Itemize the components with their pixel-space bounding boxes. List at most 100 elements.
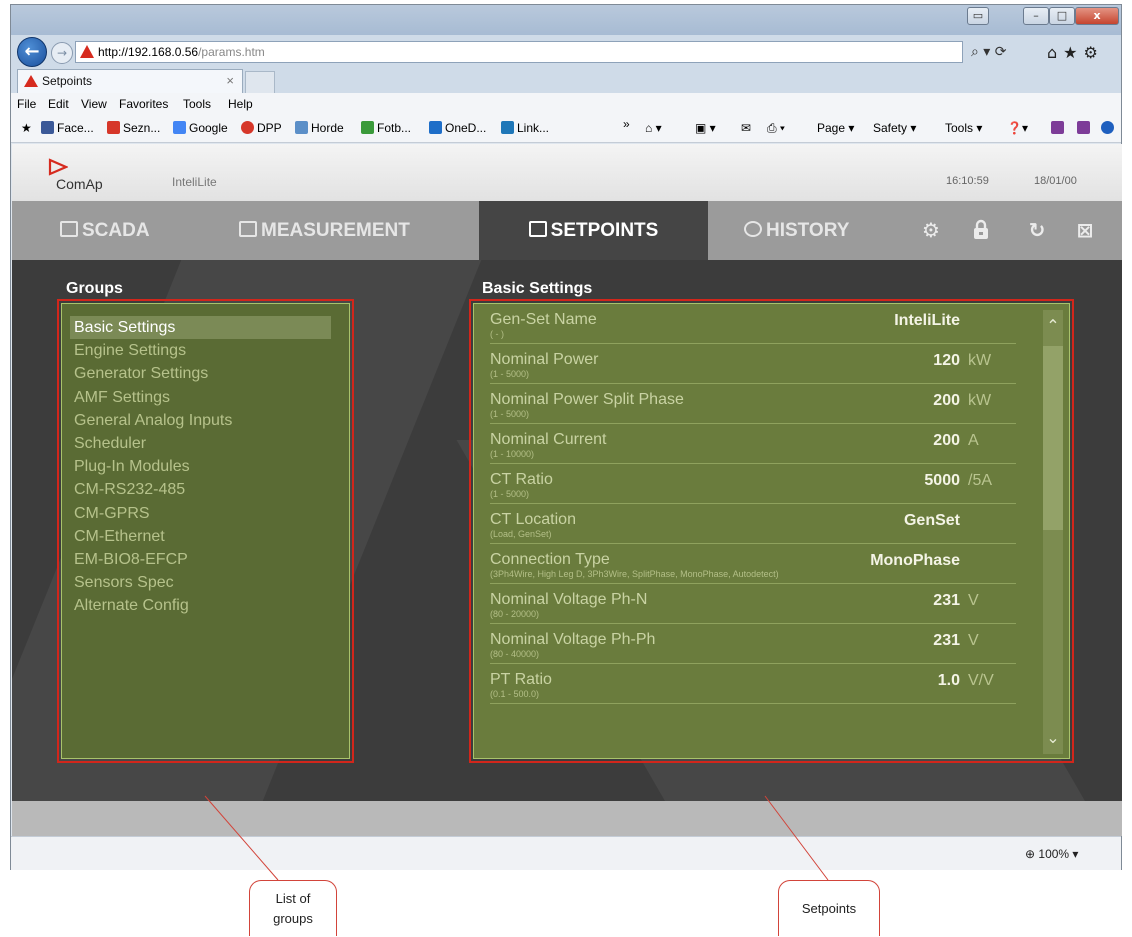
setpoint-value[interactable]: GenSet [904, 512, 960, 530]
setpoint-range: (1 - 10000) [490, 449, 535, 459]
back-button[interactable]: ← [17, 37, 47, 67]
home-favorites-settings-icons[interactable]: ⌂★⚙ [1047, 43, 1104, 62]
setpoint-value[interactable]: 200 [933, 392, 960, 410]
setpoints-heading: Basic Settings [482, 280, 593, 297]
setpoint-row[interactable]: Nominal Voltage Ph-N (80 - 20000) 231 V [490, 584, 1016, 624]
group-item[interactable]: CM-Ethernet [62, 525, 331, 548]
group-item[interactable]: Basic Settings [70, 316, 331, 340]
setpoint-value[interactable]: 200 [933, 432, 960, 450]
new-tab-button[interactable] [245, 71, 275, 93]
setpoint-value[interactable]: 5000 [924, 472, 960, 490]
callout-setpoints: Setpoints [778, 880, 880, 936]
group-item[interactable]: General Analog Inputs [62, 409, 331, 432]
fav-fotbal[interactable]: Fotb... [361, 121, 411, 135]
search-refresh-icons[interactable]: ⌕ ▾ ⟳ [971, 44, 1007, 60]
menu-view[interactable]: View [81, 97, 107, 111]
setpoint-range: (80 - 20000) [490, 609, 540, 619]
group-item[interactable]: EM-BIO8-EFCP [62, 548, 331, 571]
home-icon[interactable]: ⌂ ▾ [645, 121, 662, 135]
chevron-down-icon[interactable]: ⌄ [1043, 728, 1063, 748]
group-item[interactable]: Alternate Config [62, 594, 331, 617]
setpoint-value[interactable]: 231 [933, 592, 960, 610]
lock-icon[interactable] [970, 219, 992, 241]
setpoint-row[interactable]: Connection Type (3Ph4Wire, High Leg D, 3… [490, 544, 1016, 584]
status-bar: ⊕ 100% ▾ [11, 836, 1121, 870]
setpoint-range: (1 - 5000) [490, 409, 530, 419]
print-icon[interactable]: ⎙ ▾ [767, 121, 785, 136]
menu-tools[interactable]: Tools [183, 97, 211, 111]
setpoint-value[interactable]: 231 [933, 632, 960, 650]
refresh-icon[interactable]: ↻ [1026, 219, 1048, 241]
group-item[interactable]: Generator Settings [62, 362, 331, 385]
setpoint-unit: V/V [968, 672, 994, 689]
bluetooth-icon[interactable] [1101, 121, 1117, 135]
cmd-tools[interactable]: Tools ▾ [945, 121, 982, 135]
setpoint-unit: V [968, 632, 979, 649]
tab-scada[interactable]: SCADA [60, 201, 150, 260]
setpoint-value[interactable]: MonoPhase [870, 552, 960, 570]
onenote-linked-icon[interactable] [1077, 121, 1093, 135]
setpoint-row[interactable]: Nominal Current (1 - 10000) 200 A [490, 424, 1016, 464]
favorites-star-icon[interactable]: ★ [21, 121, 32, 135]
group-item[interactable]: CM-GPRS [62, 502, 331, 525]
group-item[interactable]: CM-RS232-485 [62, 478, 331, 501]
tab-measurement[interactable]: MEASUREMENT [239, 201, 410, 260]
tab-row: Setpoints × [11, 67, 1121, 93]
group-item[interactable]: AMF Settings [62, 386, 331, 409]
logout-close-icon[interactable]: ⊠ [1074, 219, 1096, 241]
setpoint-value[interactable]: 1.0 [938, 672, 960, 690]
group-item[interactable]: Plug-In Modules [62, 455, 331, 478]
compat-view-button[interactable]: ▭ [967, 7, 989, 25]
browser-tab-setpoints[interactable]: Setpoints × [17, 69, 243, 93]
chevron-up-icon[interactable]: ⌃ [1043, 316, 1063, 336]
scada-icon [60, 221, 78, 237]
setpoint-row[interactable]: Nominal Power Split Phase (1 - 5000) 200… [490, 384, 1016, 424]
controller-time: 16:10:59 [946, 175, 989, 187]
tab-close-icon[interactable]: × [226, 70, 234, 92]
fav-onedrive[interactable]: OneD... [429, 121, 486, 135]
favorites-more-chevron[interactable]: » [623, 117, 630, 131]
maximize-button[interactable]: □ [1049, 7, 1075, 25]
cmd-page[interactable]: Page ▾ [817, 121, 854, 135]
setpoint-row[interactable]: Nominal Power (1 - 5000) 120 kW [490, 344, 1016, 384]
cmd-safety[interactable]: Safety ▾ [873, 121, 916, 135]
scrollbar-thumb[interactable] [1043, 346, 1063, 530]
menu-edit[interactable]: Edit [48, 97, 69, 111]
setpoint-row[interactable]: CT Location (Load, GenSet) GenSet [490, 504, 1016, 544]
tab-setpoints[interactable]: SETPOINTS [479, 201, 708, 260]
setpoint-range: (1 - 5000) [490, 489, 530, 499]
feeds-icon[interactable]: ▣ ▾ [695, 121, 716, 135]
fav-linkedin[interactable]: Link... [501, 121, 549, 135]
setpoint-row[interactable]: Gen-Set Name ( - ) InteliLite [490, 304, 1016, 344]
page-footer [12, 801, 1122, 836]
group-item[interactable]: Scheduler [62, 432, 331, 455]
setpoint-value[interactable]: 120 [933, 352, 960, 370]
group-item[interactable]: Sensors Spec [62, 571, 331, 594]
setpoint-value[interactable]: InteliLite [894, 312, 960, 330]
menu-file[interactable]: File [17, 97, 36, 111]
setpoint-row[interactable]: PT Ratio (0.1 - 500.0) 1.0 V/V [490, 664, 1016, 704]
address-bar[interactable]: http://192.168.0.56/params.htm [75, 41, 963, 63]
zoom-level[interactable]: ⊕ 100% ▾ [1025, 847, 1078, 861]
tab-history[interactable]: HISTORY [744, 201, 849, 260]
fav-google[interactable]: Google [173, 121, 228, 135]
setpoint-row[interactable]: CT Ratio (1 - 5000) 5000 /5A [490, 464, 1016, 504]
fav-horde[interactable]: Horde [295, 121, 344, 135]
help-icon[interactable]: ❓▾ [1007, 121, 1028, 135]
mail-icon[interactable]: ✉ [741, 121, 751, 135]
setpoint-range: (Load, GenSet) [490, 529, 552, 539]
menu-favorites[interactable]: Favorites [119, 97, 168, 111]
fav-seznam[interactable]: Sezn... [107, 121, 160, 135]
gear-icon[interactable]: ⚙ [920, 219, 942, 241]
close-window-button[interactable]: x [1075, 7, 1119, 25]
google-icon [173, 121, 186, 134]
forward-button[interactable]: → [51, 42, 73, 64]
fav-facebook[interactable]: Face... [41, 121, 94, 135]
setpoint-row[interactable]: Nominal Voltage Ph-Ph (80 - 40000) 231 V [490, 624, 1016, 664]
minimize-button[interactable]: – [1023, 7, 1049, 25]
onenote-icon[interactable] [1051, 121, 1067, 135]
menu-help[interactable]: Help [228, 97, 253, 111]
fav-dpp[interactable]: DPP [241, 121, 282, 135]
setpoints-scrollbar[interactable]: ⌃ ⌄ [1043, 310, 1063, 754]
group-item[interactable]: Engine Settings [62, 339, 331, 362]
